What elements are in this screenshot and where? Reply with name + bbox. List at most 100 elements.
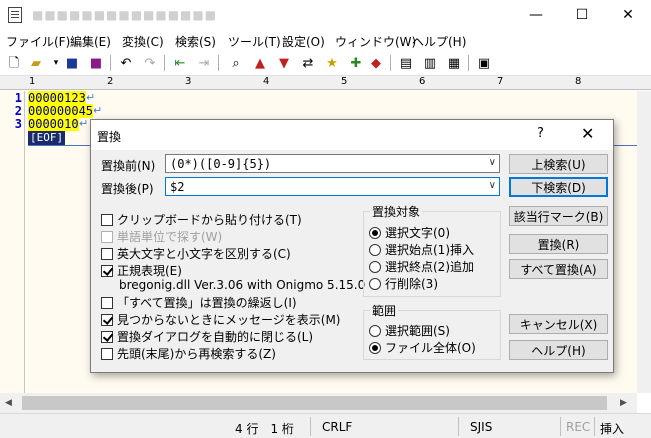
- menu-file[interactable]: ファイル(F): [6, 33, 70, 50]
- chevron-down-icon[interactable]: ∨: [489, 180, 496, 191]
- close-button[interactable]: ✕: [605, 0, 651, 30]
- checkbox[interactable]: [101, 264, 113, 277]
- maximize-button[interactable]: ☐: [559, 0, 605, 30]
- line-ending[interactable]: CRLF: [322, 420, 352, 434]
- radio-button[interactable]: [369, 226, 381, 239]
- checkbox[interactable]: [101, 247, 113, 260]
- wrap-search-checkbox[interactable]: 先頭(末尾)から再検索する(Z): [101, 345, 276, 362]
- checkbox[interactable]: [101, 330, 113, 343]
- checkbox-label: 正規表現(E): [117, 264, 182, 278]
- menu-settings[interactable]: 設定(O): [282, 33, 325, 50]
- target-delete-line-radio[interactable]: 行削除(3): [369, 275, 438, 292]
- vertical-scrollbar[interactable]: [637, 91, 651, 393]
- checkbox[interactable]: [101, 313, 113, 326]
- target-insert-start-radio[interactable]: 選択始点(1)挿入: [369, 241, 474, 258]
- ruler: 1 2 3 4 5 6 7 8: [0, 76, 651, 90]
- compare-icon[interactable]: ▤: [396, 53, 416, 73]
- save-all-icon[interactable]: ■: [86, 53, 106, 73]
- search-input[interactable]: (0*)([0-9]{5}): [170, 157, 271, 171]
- eof-mark: [EOF]: [28, 131, 66, 145]
- line-text[interactable]: 000000045: [28, 104, 94, 118]
- line-text[interactable]: 0000010: [28, 117, 79, 131]
- open-folder-icon[interactable]: ▰: [26, 53, 46, 73]
- checkbox[interactable]: [101, 347, 113, 360]
- scroll-left-icon[interactable]: ◀: [5, 398, 12, 408]
- menu-convert[interactable]: 変換(C): [122, 33, 164, 50]
- toolbar-separator: [218, 55, 219, 71]
- help-question-icon[interactable]: ?: [537, 126, 544, 141]
- help-button[interactable]: ヘルプ(H): [509, 340, 608, 360]
- radio-button[interactable]: [369, 341, 381, 354]
- regex-library-info: bregonig.dll Ver.3.06 with Onigmo 5.15.0: [119, 278, 366, 292]
- scroll-right-icon[interactable]: ▶: [620, 398, 627, 408]
- checkbox[interactable]: [101, 213, 113, 226]
- tag-jump-icon[interactable]: ◆: [366, 53, 386, 73]
- insert-mode[interactable]: 挿入: [600, 420, 624, 437]
- show-not-found-checkbox[interactable]: 見つからないときにメッセージを表示(M): [101, 311, 340, 328]
- title-bar: ■■■■■■■■■■■■■■■ — ☐ ✕: [0, 0, 651, 30]
- replace-button[interactable]: 置換(R): [509, 234, 608, 254]
- replace-combo[interactable]: $2 ∨: [165, 177, 500, 196]
- horizontal-scrollbar[interactable]: ◀ ▶: [0, 393, 637, 413]
- repeat-replace-all-checkbox[interactable]: 「すべて置換」は置換の繰返し(I): [101, 294, 297, 311]
- redo-icon[interactable]: ↷: [140, 53, 160, 73]
- menu-edit[interactable]: 編集(E): [70, 33, 111, 50]
- cursor-position[interactable]: 4 行 1 桁: [235, 420, 294, 437]
- undo-icon[interactable]: ↶: [116, 53, 136, 73]
- checkbox[interactable]: [101, 296, 113, 309]
- search-up-icon[interactable]: ▲: [250, 53, 270, 73]
- radio-button[interactable]: [369, 324, 381, 337]
- toolbar: 🗋 ▰ ▾ ■ ■ ↶ ↷ ⇤ ⇥ ⌕ ▲ ▼ ⇄ ★ ✚ ◆ ▤ ▥ ▦ ▣: [0, 50, 651, 76]
- jump-back-icon[interactable]: ⇤: [170, 53, 190, 73]
- mark-lines-button[interactable]: 該当行マーク(B): [509, 206, 608, 226]
- cancel-button[interactable]: キャンセル(X): [509, 314, 608, 334]
- search-up-button[interactable]: 上検索(U): [509, 154, 608, 174]
- radio-button[interactable]: [369, 243, 381, 256]
- radio-button[interactable]: [369, 277, 381, 290]
- match-case-checkbox[interactable]: 英大文字と小文字を区別する(C): [101, 245, 291, 262]
- checkbox-label: クリップボードから貼り付ける(T): [117, 213, 302, 227]
- search-combo[interactable]: (0*)([0-9]{5}) ∨: [165, 154, 500, 173]
- scroll-thumb[interactable]: [22, 396, 607, 410]
- settings-icon[interactable]: ▣: [474, 53, 494, 73]
- search-icon[interactable]: ⌕: [226, 53, 246, 73]
- search-down-button[interactable]: 下検索(D): [509, 177, 608, 197]
- grep-icon[interactable]: ✚: [346, 53, 366, 73]
- target-selected-text-radio[interactable]: 選択文字(0): [369, 224, 450, 241]
- eol-mark: ↵: [79, 117, 89, 130]
- new-file-icon[interactable]: 🗋: [4, 53, 24, 73]
- minimize-button[interactable]: —: [513, 0, 559, 30]
- encoding[interactable]: SJIS: [470, 420, 492, 434]
- scope-whole-file-radio[interactable]: ファイル全体(O): [369, 339, 476, 356]
- search-down-icon[interactable]: ▼: [274, 53, 294, 73]
- auto-close-checkbox[interactable]: 置換ダイアログを自動的に閉じる(L): [101, 328, 313, 345]
- replace-icon[interactable]: ⇄: [298, 53, 318, 73]
- menu-window[interactable]: ウィンドウ(W): [335, 33, 416, 50]
- mark-icon[interactable]: ★: [322, 53, 342, 73]
- paste-clipboard-checkbox[interactable]: クリップボードから貼り付ける(T): [101, 211, 302, 228]
- save-icon[interactable]: ■: [62, 53, 82, 73]
- search-label: 置換前(N): [101, 159, 156, 173]
- ruler-label: 2: [107, 76, 114, 87]
- replace-input[interactable]: $2: [170, 180, 184, 194]
- replace-all-button[interactable]: すべて置換(A): [509, 259, 608, 279]
- outline-icon[interactable]: ▥: [420, 53, 440, 73]
- regex-checkbox[interactable]: 正規表現(E): [101, 262, 182, 279]
- chevron-down-icon[interactable]: ∨: [489, 157, 496, 168]
- menu-tools[interactable]: ツール(T): [228, 33, 281, 50]
- dialog-close-icon[interactable]: ✕: [581, 124, 594, 143]
- radio-button[interactable]: [369, 260, 381, 273]
- menu-help[interactable]: ヘルプ(H): [412, 33, 466, 50]
- line-number: 1: [14, 91, 22, 105]
- checkbox-label: 見つからないときにメッセージを表示(M): [117, 313, 341, 327]
- status-separator: [560, 417, 561, 436]
- target-append-end-radio[interactable]: 選択終点(2)追加: [369, 258, 474, 275]
- toolbar-separator: [468, 55, 469, 71]
- menu-search[interactable]: 検索(S): [175, 33, 216, 50]
- function-list-icon[interactable]: ▦: [444, 53, 464, 73]
- app-icon[interactable]: [8, 7, 22, 23]
- jump-forward-icon[interactable]: ⇥: [194, 53, 214, 73]
- checkbox-label: 英大文字と小文字を区別する(C): [117, 247, 291, 261]
- scope-selection-radio[interactable]: 選択範囲(S): [369, 322, 450, 339]
- line-text[interactable]: 00000123: [28, 91, 86, 105]
